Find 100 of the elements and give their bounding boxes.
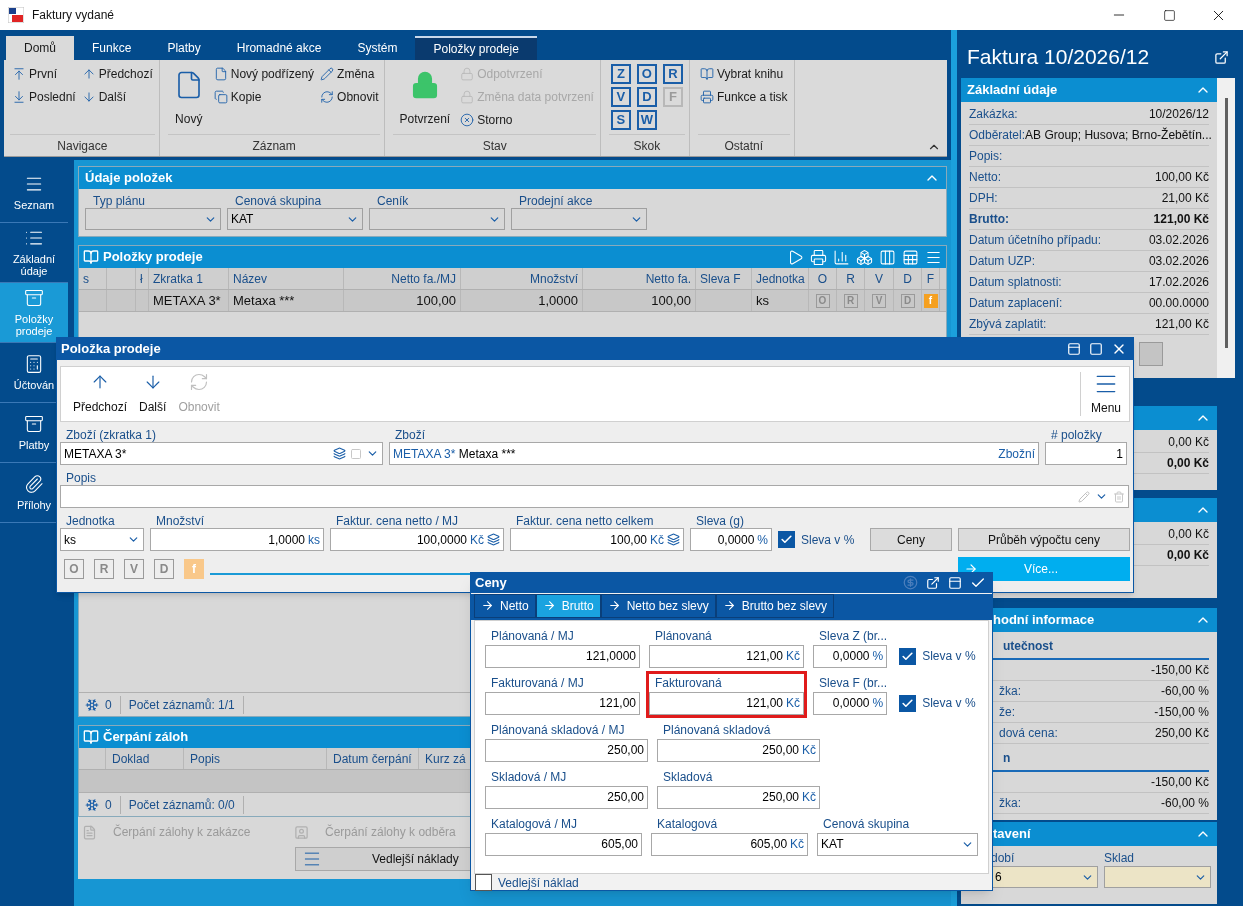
ribbon-tab[interactable]: Funkce [74, 36, 150, 60]
restore-icon[interactable] [1067, 342, 1081, 356]
play-icon[interactable] [787, 248, 804, 266]
jump-key[interactable]: R [662, 64, 683, 84]
input-field[interactable]: METAXA 3* [60, 442, 383, 465]
column-header[interactable]: Jednotka [756, 269, 805, 288]
tab[interactable]: Brutto bez slevy [715, 593, 835, 618]
checkbox[interactable] [899, 694, 917, 712]
input-field[interactable]: 121,0000 [485, 644, 640, 668]
ribbon-button[interactable]: Poslední [12, 85, 76, 108]
ribbon-tab[interactable]: Hromadné akce [218, 36, 340, 60]
ribbon-button[interactable]: Předchozí [81, 62, 153, 85]
select-field[interactable] [1104, 866, 1211, 888]
column-header[interactable]: Datum čerpání [333, 749, 412, 768]
menu-button[interactable]: Menu [1090, 371, 1121, 417]
dialog-button[interactable]: Ceny [870, 528, 952, 551]
input-field[interactable]: 100,00 Kč [510, 528, 684, 551]
column-header[interactable]: Popis [190, 749, 221, 768]
ribbon-button[interactable]: Kopie [213, 85, 315, 108]
input-field[interactable]: 1,0000 ks [150, 528, 324, 551]
column-header[interactable]: V [875, 269, 883, 288]
snowflake-icon[interactable] [85, 797, 99, 812]
column-header[interactable]: R [846, 269, 855, 288]
ribbon-button[interactable]: Nový [169, 62, 208, 136]
column-header[interactable]: D [903, 269, 912, 288]
column-header[interactable]: Kurz zá [425, 749, 466, 768]
jump-key[interactable]: W [636, 110, 657, 130]
ribbon-button[interactable]: První [12, 62, 76, 85]
column-header[interactable]: Název [233, 269, 267, 288]
select-field[interactable]: 6 [991, 866, 1098, 888]
input-field[interactable]: METAXA 3* Metaxa *** Zbožní [389, 442, 1039, 465]
select-field[interactable] [369, 208, 505, 230]
boxes-icon[interactable] [856, 248, 873, 266]
toolbar-button[interactable]: Předchozí [67, 372, 134, 416]
jump-key[interactable]: Z [610, 64, 631, 84]
column-header[interactable]: ł [140, 269, 143, 288]
layers-icon[interactable] [487, 533, 500, 546]
ribbon-tab[interactable]: Platby [149, 36, 219, 60]
popout-icon[interactable] [1214, 49, 1229, 65]
column-header[interactable]: Množství [530, 269, 578, 288]
input-field[interactable]: 121,00 Kč [649, 644, 805, 668]
column-header[interactable]: O [817, 269, 828, 288]
input-field[interactable]: 250,00 [485, 785, 648, 809]
layers-icon[interactable] [333, 447, 346, 460]
input-field[interactable]: KAT [817, 832, 978, 856]
column-header[interactable]: Netto fa. [645, 269, 691, 288]
jump-key[interactable]: O [636, 64, 657, 84]
input-field[interactable]: 250,00 Kč [657, 738, 820, 762]
input-field[interactable] [60, 485, 1129, 508]
select-field[interactable] [511, 208, 647, 230]
spreadsheet-icon[interactable] [902, 248, 919, 266]
checkbox[interactable] [778, 531, 795, 548]
column-header[interactable]: s [83, 269, 89, 288]
columns-icon[interactable] [879, 248, 896, 266]
checkbox[interactable] [899, 647, 917, 665]
ribbon-tab[interactable]: Položky prodeje [415, 36, 537, 60]
column-header[interactable]: Zkratka 1 [153, 269, 203, 288]
layers-icon[interactable] [667, 533, 680, 546]
maximize-icon[interactable] [1163, 8, 1176, 22]
ribbon-button[interactable]: Potvrzení [395, 62, 455, 136]
select-field[interactable]: KAT [227, 208, 363, 230]
input-field[interactable]: 250,00 Kč [657, 785, 820, 809]
tab[interactable]: Netto [474, 593, 536, 618]
input-field[interactable]: 0,0000 % [813, 644, 888, 668]
input-field[interactable]: 250,00 [485, 738, 648, 762]
jump-key[interactable]: V [610, 87, 631, 107]
toolbar-button[interactable]: Další [133, 372, 173, 416]
pencil-icon[interactable] [1078, 490, 1090, 503]
input-field[interactable]: 605,00 [485, 832, 643, 856]
input-field[interactable]: 1 [1045, 442, 1127, 465]
checkbox[interactable] [475, 874, 492, 891]
ribbon-button[interactable]: Vybrat knihu [699, 62, 788, 85]
input-field[interactable]: 121,00 Kč [649, 691, 805, 715]
select-field[interactable] [85, 208, 221, 230]
input-field[interactable]: 0,0000 % [690, 528, 772, 551]
ribbon-button[interactable]: Storno [460, 108, 594, 131]
ribbon-button[interactable]: Obnovit [320, 85, 379, 108]
printer-icon[interactable] [810, 248, 827, 266]
popout-icon[interactable] [926, 575, 940, 590]
input-field[interactable]: 0,0000 % [813, 691, 888, 715]
input-field[interactable]: 121,00 [485, 691, 640, 715]
tab[interactable]: Netto bez slevy [600, 593, 716, 618]
ribbon-button[interactable]: Další [81, 85, 153, 108]
bar-chart-icon[interactable] [833, 248, 850, 266]
ribbon-tab[interactable]: Systém [339, 36, 416, 60]
column-header[interactable]: Doklad [112, 749, 150, 768]
dialog-button[interactable]: Průběh výpočtu ceny [958, 528, 1130, 551]
column-header[interactable]: Netto fa./MJ [391, 269, 456, 288]
snowflake-icon[interactable] [85, 697, 99, 712]
input-field[interactable]: 100,0000 Kč [330, 528, 504, 551]
ribbon-button[interactable]: Funkce a tisk [699, 85, 788, 108]
field-note[interactable]: Zbožní [998, 444, 1035, 463]
column-header[interactable]: F [926, 269, 935, 288]
input-field[interactable]: ks [60, 528, 144, 551]
column-header[interactable]: Sleva F [700, 269, 741, 288]
jump-key[interactable]: S [610, 110, 631, 130]
input-field[interactable]: 605,00 Kč [651, 832, 809, 856]
restore-icon[interactable] [948, 575, 962, 590]
ribbon-tab[interactable]: Domů [6, 36, 74, 60]
ribbon-button[interactable]: Nový podřízený [213, 62, 315, 85]
